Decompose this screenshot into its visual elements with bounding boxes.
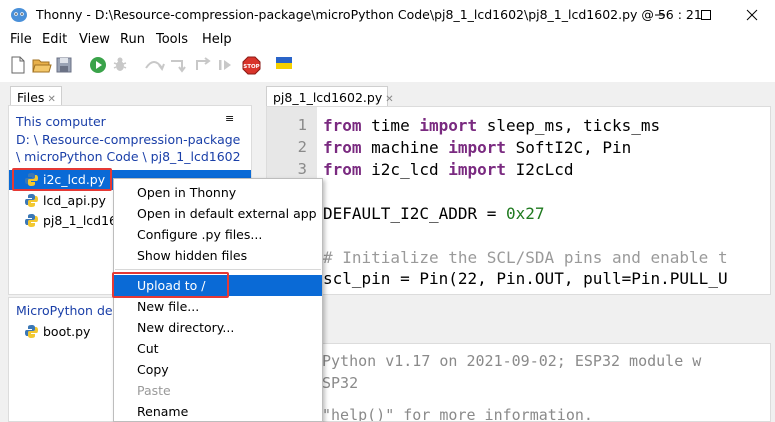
menu-item-rename[interactable]: Rename — [114, 401, 322, 422]
highlight-box-upload — [112, 272, 229, 298]
svg-text:STOP: STOP — [243, 64, 259, 70]
menu-item-new-file[interactable]: New file... — [114, 296, 322, 317]
code-line: scl_pin = Pin(22, Pin.OUT, pull=Pin.PULL… — [323, 269, 728, 288]
new-file-icon[interactable] — [10, 56, 26, 78]
device-file-boot[interactable]: boot.py — [24, 324, 90, 339]
menu-item-open-external[interactable]: Open in default external app — [114, 203, 322, 224]
tab-editor-label: pj8_1_lcd1602.py — [273, 90, 383, 105]
menu-item-new-directory[interactable]: New directory... — [114, 317, 322, 338]
shell-line: SP32 — [322, 374, 359, 392]
menu-separator — [115, 269, 321, 270]
menu-lines-icon[interactable]: ≡ — [225, 112, 234, 125]
menu-edit[interactable]: Edit — [42, 32, 67, 47]
code-line: from time import sleep_ms, ticks_ms — [323, 116, 661, 135]
close-button[interactable] — [742, 5, 762, 25]
path-line-2[interactable]: \ microPython Code \ pj8_1_lcd1602 — [16, 149, 241, 164]
menu-item-cut[interactable]: Cut — [114, 338, 322, 359]
line-number: 3 — [297, 160, 307, 178]
run-icon[interactable] — [89, 56, 107, 78]
code-editor[interactable]: 1 2 3 from time import sleep_ms, ticks_m… — [266, 106, 771, 295]
code-line: DEFAULT_I2C_ADDR = 0x27 — [323, 204, 545, 223]
shell-pane[interactable]: Python v1.17 on 2021-09-02; ESP32 module… — [266, 343, 771, 422]
menu-bar: File Edit View Run Tools Help — [0, 30, 775, 52]
python-icon — [25, 194, 38, 207]
save-icon[interactable] — [56, 56, 72, 78]
highlight-box-file — [12, 168, 112, 191]
toolbar: STOP — [0, 52, 775, 80]
step-over-icon[interactable] — [143, 56, 165, 78]
python-icon — [25, 325, 38, 338]
code-line: from i2c_lcd import I2cLcd — [323, 160, 574, 179]
stop-icon[interactable]: STOP — [242, 56, 261, 79]
line-number: 2 — [297, 138, 307, 156]
file-name: boot.py — [43, 324, 91, 339]
file-item-pj8[interactable]: pj8_1_lcd16 — [24, 213, 117, 228]
ukraine-flag-icon[interactable] — [276, 56, 292, 74]
step-into-icon[interactable] — [168, 56, 190, 78]
this-computer-label: This computer — [16, 114, 106, 129]
micropython-device-label: MicroPython dev — [16, 303, 120, 318]
menu-view[interactable]: View — [79, 32, 110, 47]
window-title: Thonny - D:\Resource-compression-package… — [36, 7, 702, 22]
close-icon[interactable]: ✕ — [385, 94, 393, 105]
tab-files-label: Files — [17, 90, 45, 105]
python-icon — [25, 214, 38, 227]
thonny-logo-icon — [10, 7, 28, 27]
tab-files[interactable]: Files ✕ — [10, 86, 62, 106]
code-line: from machine import SoftI2C, Pin — [323, 138, 632, 157]
context-menu: Open in Thonny Open in default external … — [113, 178, 323, 422]
file-item-lcd-api[interactable]: lcd_api.py — [24, 193, 106, 208]
close-icon[interactable]: ✕ — [47, 94, 55, 105]
menu-help[interactable]: Help — [202, 32, 232, 47]
line-number: 1 — [297, 116, 307, 134]
menu-file[interactable]: File — [10, 32, 32, 47]
menu-item-copy[interactable]: Copy — [114, 359, 322, 380]
maximize-button[interactable] — [696, 5, 716, 25]
menu-item-show-hidden[interactable]: Show hidden files — [114, 245, 322, 266]
debug-icon[interactable] — [111, 56, 129, 78]
title-bar: Thonny - D:\Resource-compression-package… — [0, 0, 775, 30]
menu-item-open-in-thonny[interactable]: Open in Thonny — [114, 182, 322, 203]
minimize-button[interactable] — [650, 5, 670, 25]
menu-tools[interactable]: Tools — [156, 32, 188, 47]
code-comment: # Initialize the SCL/SDA pins and enable… — [323, 248, 728, 267]
shell-line: Python v1.17 on 2021-09-02; ESP32 module… — [322, 352, 702, 370]
menu-run[interactable]: Run — [120, 32, 145, 47]
path-line-1[interactable]: D: \ Resource-compression-package — [16, 132, 240, 147]
tab-editor[interactable]: pj8_1_lcd1602.py ✕ — [266, 86, 394, 107]
menu-item-paste: Paste — [137, 383, 171, 398]
step-out-icon[interactable] — [193, 56, 213, 78]
resume-icon[interactable] — [216, 56, 234, 78]
file-name: pj8_1_lcd16 — [43, 213, 117, 228]
file-name: lcd_api.py — [43, 193, 106, 208]
shell-line: "help()" for more information. — [322, 406, 593, 422]
open-folder-icon[interactable] — [32, 56, 52, 78]
menu-item-configure-py[interactable]: Configure .py files... — [114, 224, 322, 245]
